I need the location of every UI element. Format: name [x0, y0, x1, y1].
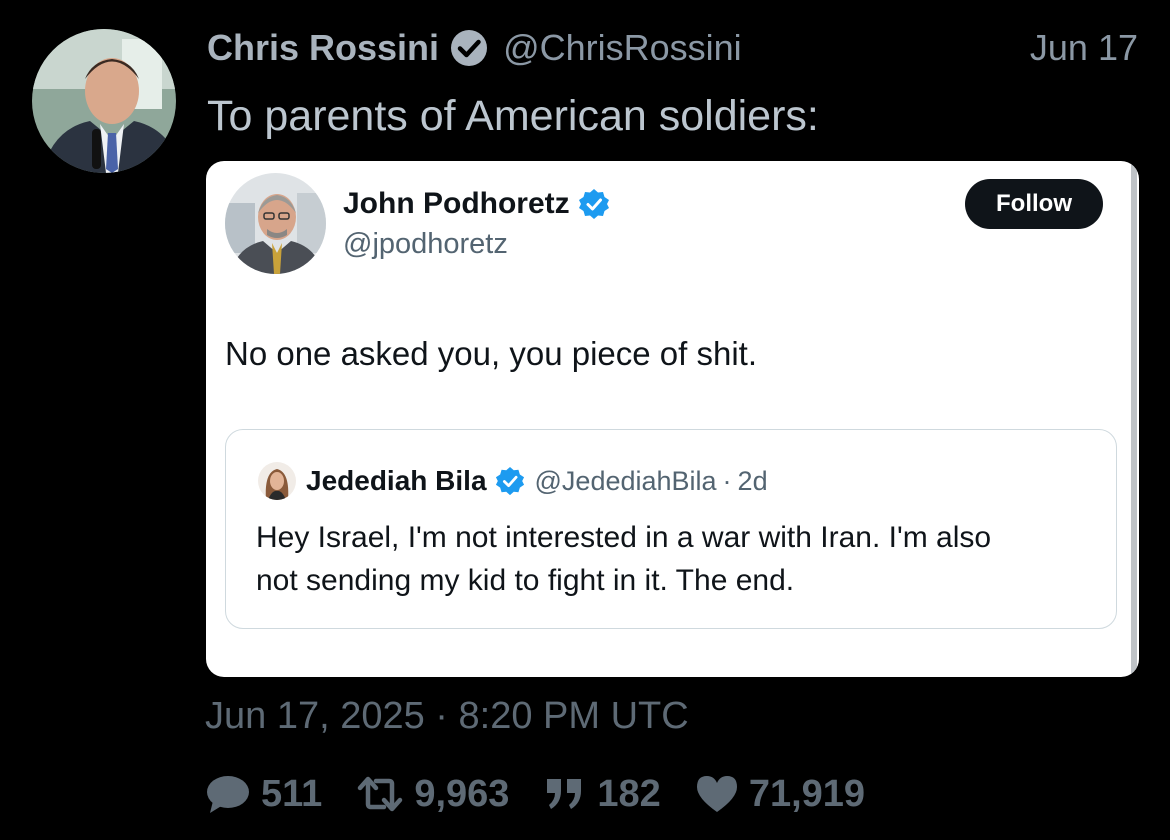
retweet-count: 9,963	[414, 772, 510, 815]
author-handle[interactable]: @ChrisRossini	[503, 27, 742, 69]
quote-icon	[543, 775, 587, 813]
follow-button[interactable]: Follow	[965, 179, 1103, 229]
like-count: 71,919	[748, 772, 866, 815]
embedded-author-avatar[interactable]	[225, 173, 326, 274]
quoted-author-handle[interactable]: @JedediahBila	[535, 466, 717, 497]
like-stat[interactable]: 71,919	[695, 773, 865, 816]
heart-icon	[695, 774, 739, 814]
reply-count: 511	[261, 772, 323, 815]
embedded-author-name[interactable]: John Podhoretz	[343, 187, 570, 221]
verified-badge-icon	[495, 466, 525, 496]
quoted-text-line: Hey Israel, I'm not interested in a war …	[256, 521, 992, 554]
reply-icon	[205, 773, 251, 815]
quoted-author-name[interactable]: Jedediah Bila	[306, 465, 487, 497]
quoted-separator: ·	[722, 465, 732, 496]
retweet-stat[interactable]: 9,963	[356, 773, 509, 816]
tweet-date[interactable]: Jun 17	[1030, 24, 1138, 72]
tweet-text: To parents of American soldiers:	[207, 92, 819, 140]
quoted-author-avatar[interactable]	[258, 462, 296, 500]
embedded-tweet-image[interactable]: John Podhoretz @jpodhoretz Follow No one…	[206, 161, 1139, 677]
quoted-text-line: not sending my kid to fight in it. The e…	[256, 564, 795, 597]
embedded-tweet-text: No one asked you, you piece of shit.	[225, 335, 757, 372]
quote-count: 182	[597, 772, 661, 815]
tweet-timestamp[interactable]: Jun 17, 2025 · 8:20 PM UTC	[205, 695, 689, 738]
reply-stat[interactable]: 511	[205, 773, 322, 816]
embedded-author-row: John Podhoretz	[343, 184, 610, 224]
quoted-time[interactable]: 2d	[738, 466, 768, 497]
author-avatar[interactable]	[32, 29, 176, 173]
tweet-header: Chris Rossini @ChrisRossini	[207, 24, 742, 72]
retweet-icon	[356, 774, 404, 814]
verified-badge-icon	[449, 28, 489, 68]
quoted-header: Jedediah Bila @JedediahBila · 2d	[306, 461, 768, 501]
verified-badge-icon	[578, 188, 610, 220]
quoted-tweet[interactable]: Jedediah Bila @JedediahBila · 2d Hey Isr…	[225, 429, 1117, 629]
quoted-text: Hey Israel, I'm not interested in a war …	[256, 516, 1106, 602]
tweet-stats: 511 9,963 182 71,919	[205, 768, 899, 820]
author-name[interactable]: Chris Rossini	[207, 27, 439, 69]
embedded-author-handle[interactable]: @jpodhoretz	[343, 228, 508, 261]
quote-stat[interactable]: 182	[543, 772, 661, 816]
embedded-image-edge	[1131, 161, 1137, 677]
